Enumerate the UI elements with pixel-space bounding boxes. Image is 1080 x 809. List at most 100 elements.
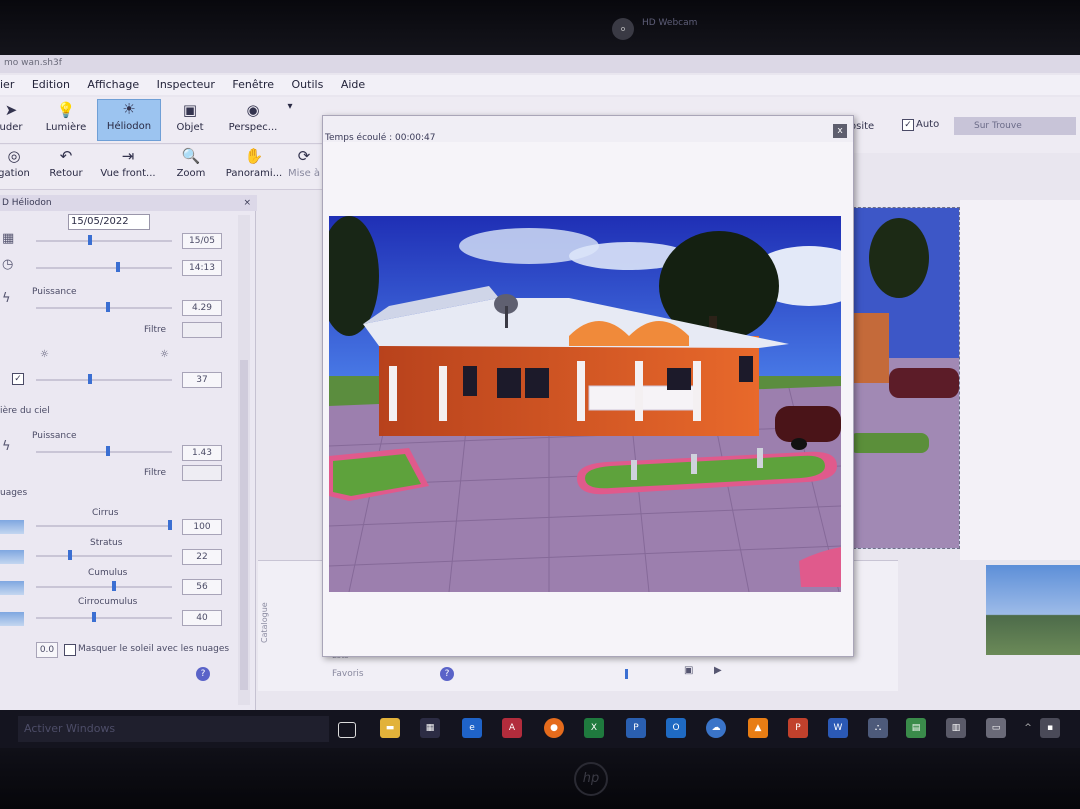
mask-sun-checkbox[interactable] xyxy=(64,644,76,656)
cirrocumulus-slider[interactable] xyxy=(36,617,172,619)
panel-scrollbar-thumb[interactable] xyxy=(240,360,248,690)
sky-puissance-slider[interactable] xyxy=(36,451,172,453)
plan-preview xyxy=(848,207,960,549)
cirrocumulus-slider-thumb[interactable] xyxy=(92,612,96,622)
app-icon[interactable]: ▥ xyxy=(946,718,966,738)
toolbar-button-pointer[interactable]: ➤ uder xyxy=(0,101,26,139)
sky-puissance-slider-thumb[interactable] xyxy=(106,446,110,456)
toolbar-button-heliodon[interactable]: ☀ Héliodon xyxy=(97,99,161,141)
navigation-icon: ◎ xyxy=(7,147,21,165)
toolbar-button-zoom[interactable]: 🔍 Zoom xyxy=(172,147,210,185)
toolbar-button-perspective[interactable]: ◉ Perspec... xyxy=(224,101,282,139)
task-view-icon[interactable] xyxy=(338,722,356,738)
toolbar-button-navigation[interactable]: ◎ gation xyxy=(0,147,32,185)
help-icon[interactable]: ? xyxy=(196,667,210,681)
secondary-toolbar: ◎ gation ↶ Retour ⇥ Vue front... 🔍 Zoom ✋ Pan… xyxy=(0,145,330,190)
close-icon[interactable]: × xyxy=(243,195,251,211)
puissance-slider-thumb[interactable] xyxy=(106,302,110,312)
auto-checkbox[interactable]: ✓ Auto xyxy=(902,119,939,131)
taskbar: Activer Windows ▬ ▦ e A ● X P O ☁ ▲ P W … xyxy=(0,710,1080,748)
light-bulb-icon: ☼ xyxy=(40,349,49,360)
light-bulb-icon-2: ☼ xyxy=(160,349,169,360)
chevron-down-icon[interactable]: ▾ xyxy=(285,101,295,131)
cirrus-slider-thumb[interactable] xyxy=(168,520,172,530)
puissance-slider[interactable] xyxy=(36,307,172,309)
time-slider[interactable] xyxy=(36,267,172,269)
stratus-field[interactable]: 22 xyxy=(182,549,222,565)
update-icon: ⟳ xyxy=(297,147,311,165)
monitor-icon[interactable]: ▭ xyxy=(986,718,1006,738)
menu-item-outils[interactable]: Outils xyxy=(292,75,324,95)
time-slider-thumb[interactable] xyxy=(116,262,120,272)
calendar-icon: ▦ xyxy=(2,231,15,246)
clouds-section-title: uages xyxy=(0,488,28,498)
filtre-field[interactable] xyxy=(182,322,222,338)
network-icon[interactable]: ⛬ xyxy=(868,718,888,738)
menu-item-inspecteur[interactable]: Inspecteur xyxy=(157,75,215,95)
publisher-icon[interactable]: P xyxy=(626,718,646,738)
toolbar-button-update[interactable]: ⟳ Mise à xyxy=(284,147,324,185)
sky-filtre-field[interactable] xyxy=(182,465,222,481)
stratus-slider-thumb[interactable] xyxy=(68,550,72,560)
value-slider-thumb[interactable] xyxy=(88,374,92,384)
webcam-icon: o xyxy=(612,18,634,40)
menu-item-fenetre[interactable]: Fenêtre xyxy=(232,75,274,95)
date-picker[interactable]: 15/05/2022 xyxy=(68,214,150,230)
date-slider[interactable] xyxy=(36,240,172,242)
value-field[interactable]: 37 xyxy=(182,372,222,388)
catalog-label: Catalogue xyxy=(260,602,269,643)
close-icon[interactable]: x xyxy=(833,124,847,138)
cumulus-slider-thumb[interactable] xyxy=(112,581,116,591)
chevron-up-icon[interactable]: ^ xyxy=(1018,718,1038,738)
catalog-help-icon[interactable]: ? xyxy=(440,667,454,681)
sky-puissance-field[interactable]: 1.43 xyxy=(182,445,222,461)
light-icon: 💡 xyxy=(56,101,76,119)
vlc-icon[interactable]: ▲ xyxy=(748,718,768,738)
display-dropdown[interactable]: Sur Trouve xyxy=(954,117,1076,135)
zoom-slider-thumb[interactable] xyxy=(625,669,628,679)
toolbar-button-undo[interactable]: ↶ Retour xyxy=(46,147,86,185)
word-icon[interactable]: W xyxy=(828,718,848,738)
menu-item-fichier[interactable]: ier xyxy=(0,75,14,95)
firefox-icon[interactable]: ● xyxy=(544,718,564,738)
onedrive-icon[interactable]: ☁ xyxy=(706,718,726,738)
cirrus-slider[interactable] xyxy=(36,525,172,527)
store-icon[interactable]: ▦ xyxy=(420,718,440,738)
toolbar-button-pan[interactable]: ✋ Panorami... xyxy=(224,147,284,185)
cirrocumulus-field[interactable]: 40 xyxy=(182,610,222,626)
puissance-field[interactable]: 4.29 xyxy=(182,300,222,316)
cumulus-field[interactable]: 56 xyxy=(182,579,222,595)
play-icon[interactable]: ▶ xyxy=(714,665,722,676)
excel-icon[interactable]: X xyxy=(584,718,604,738)
mask-value[interactable]: 0.0 xyxy=(36,642,58,658)
toolbar-button-object[interactable]: ▣ Objet xyxy=(170,101,210,139)
render-thumbnail[interactable] xyxy=(986,565,1080,655)
menu-item-edition[interactable]: Edition xyxy=(32,75,70,95)
tray-icon[interactable]: ▪ xyxy=(1040,718,1060,738)
lightning-icon: ϟ xyxy=(2,439,11,454)
menu-item-aide[interactable]: Aide xyxy=(341,75,365,95)
books-icon[interactable]: ▤ xyxy=(906,718,926,738)
menu-item-affichage[interactable]: Affichage xyxy=(87,75,139,95)
checkbox[interactable]: ✓ xyxy=(12,373,24,385)
cumulus-slider[interactable] xyxy=(36,586,172,588)
edge-icon[interactable]: e xyxy=(462,718,482,738)
favoris-tab[interactable]: Favoris xyxy=(332,669,364,679)
toolbar-button-front-view[interactable]: ⇥ Vue front... xyxy=(98,147,158,185)
time-field[interactable]: 14:13 xyxy=(182,260,222,276)
date-field[interactable]: 15/05 xyxy=(182,233,222,249)
access-icon[interactable]: A xyxy=(502,718,522,738)
outlook-icon[interactable]: O xyxy=(666,718,686,738)
image-icon: ▣ xyxy=(684,665,694,676)
date-slider-thumb[interactable] xyxy=(88,235,92,245)
powerpoint-icon[interactable]: P xyxy=(788,718,808,738)
value-slider[interactable] xyxy=(36,379,172,381)
empty-view-area xyxy=(960,200,1080,560)
cirrus-field[interactable]: 100 xyxy=(182,519,222,535)
screen: mo wan.sh3f ier Edition Affichage Inspec… xyxy=(0,55,1080,715)
stratus-slider[interactable] xyxy=(36,555,172,557)
taskbar-search[interactable]: Activer Windows xyxy=(18,716,329,742)
toolbar-button-light[interactable]: 💡 Lumière xyxy=(40,101,92,139)
file-explorer-icon[interactable]: ▬ xyxy=(380,718,400,738)
check-icon: ✓ xyxy=(902,119,914,131)
